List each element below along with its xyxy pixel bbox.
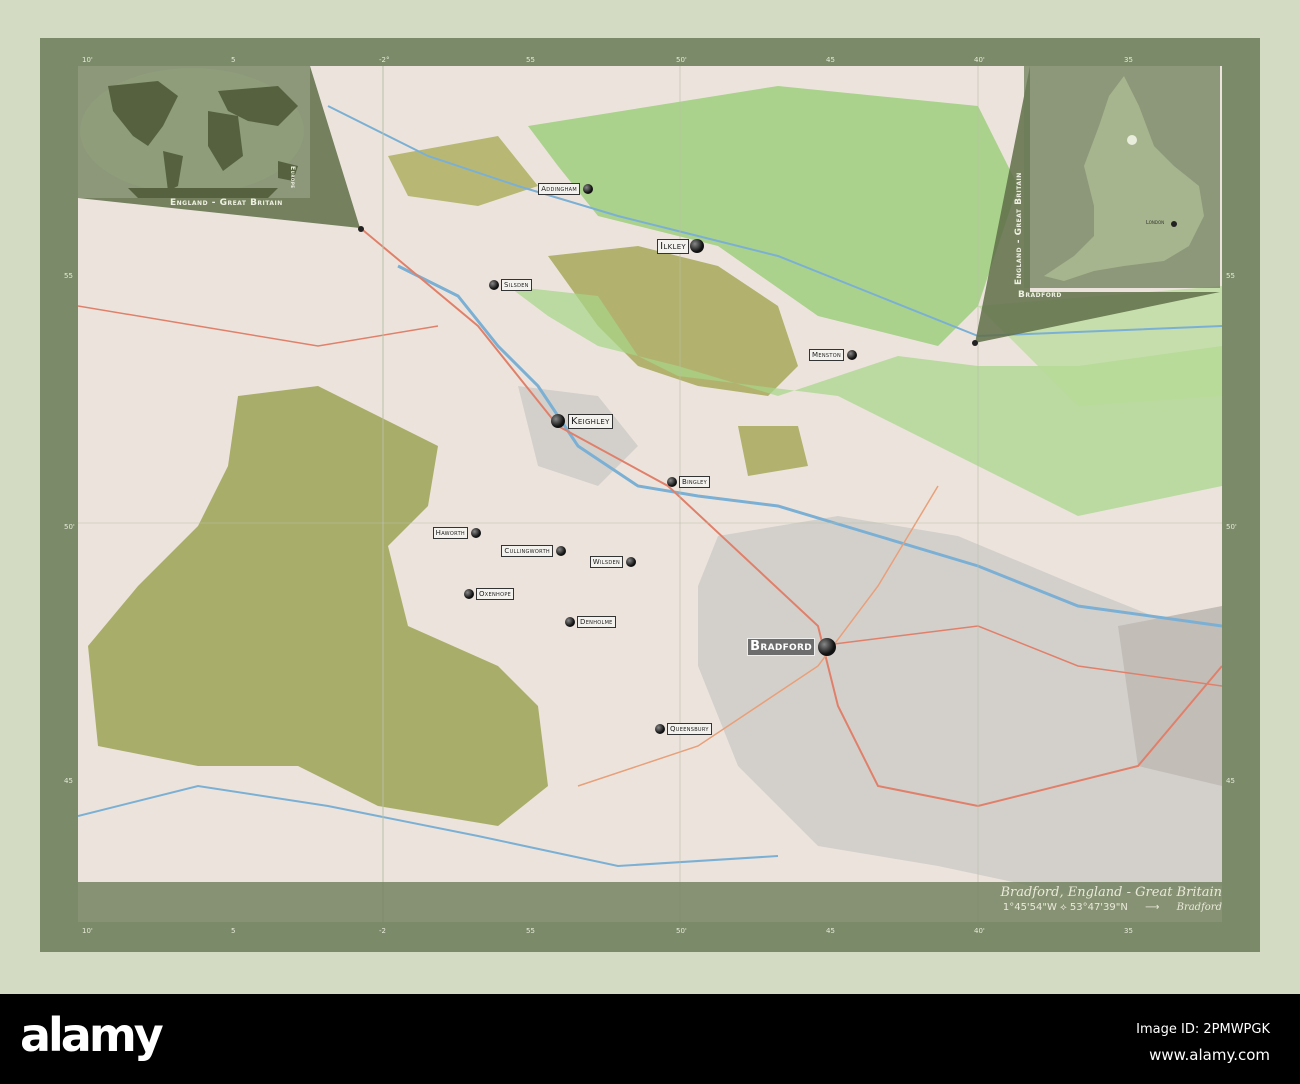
tick-label-top: 50' <box>676 56 687 64</box>
tick-label-right: 45 <box>1226 777 1235 785</box>
coordinates: 1°45'54"W ⟡ 53°47'39"N <box>1002 902 1128 913</box>
country-inset-sublabel: Bradford <box>1018 290 1062 300</box>
tick-label-left: 55 <box>64 272 73 280</box>
city-label: Keighley <box>568 414 613 429</box>
image-id: Image ID: 2PMWPGK <box>1136 1022 1270 1037</box>
city-label: Silsden <box>501 279 532 291</box>
city-label: Cullingworth <box>501 545 553 557</box>
alamy-logo: alamy <box>20 1008 164 1062</box>
city-label: Ilkley <box>657 239 689 254</box>
city-dot <box>655 724 665 734</box>
tick-label-right: 55 <box>1226 272 1235 280</box>
city-dot <box>583 184 593 194</box>
city-dot <box>847 350 857 360</box>
city-label: Bingley <box>679 476 710 488</box>
tick-label-bottom: 35 <box>1124 927 1133 935</box>
watermark-bar: alamy Image ID: 2PMWPGK www.alamy.com <box>0 994 1300 1084</box>
tick-label-top: -2° <box>379 56 390 64</box>
city-dot <box>818 638 836 656</box>
tick-label-bottom: 10' <box>82 927 93 935</box>
tick-label-right: 50' <box>1226 523 1237 531</box>
city-dot <box>626 557 636 567</box>
england-outline-icon <box>1044 76 1204 281</box>
map-title: Bradford, England - Great Britain <box>1000 885 1222 900</box>
world-inset-title: England - Great Britain <box>170 198 283 208</box>
city-label: Bradford <box>747 638 815 656</box>
tick-label-bottom: -2 <box>379 927 386 935</box>
tick-label-bottom: 55 <box>526 927 535 935</box>
tick-label-top: 35 <box>1124 56 1133 64</box>
alamy-url: www.alamy.com <box>1149 1046 1270 1064</box>
city-dot <box>464 589 474 599</box>
city-dot <box>690 239 704 253</box>
tick-label-left: 45 <box>64 777 73 785</box>
city-dot <box>551 414 565 428</box>
tick-label-bottom: 5 <box>231 927 236 935</box>
city-label: Menston <box>809 349 844 361</box>
city-label: Addingham <box>538 183 580 195</box>
city-dot <box>667 477 677 487</box>
capital-label: London <box>1146 220 1165 226</box>
tick-label-top: 5 <box>231 56 236 64</box>
caption-line: 1°45'54"W ⟡ 53°47'39"N ⟶ Bradford <box>1003 902 1222 913</box>
tick-label-bottom: 45 <box>826 927 835 935</box>
tick-label-left: 50' <box>64 523 75 531</box>
arrow-icon: ⟶ <box>1145 902 1160 913</box>
tick-label-top: 45 <box>826 56 835 64</box>
country-inset-title: England - Great Britain <box>1014 172 1024 285</box>
city-dot <box>565 617 575 627</box>
city-dot <box>471 528 481 538</box>
city-label: Oxenhope <box>476 588 515 600</box>
tick-label-top: 55 <box>526 56 535 64</box>
tick-label-top: 10' <box>82 56 93 64</box>
city-label: Denholme <box>577 616 616 628</box>
city-label: Haworth <box>432 527 468 539</box>
city-dot <box>489 280 499 290</box>
city-label: Queensbury <box>667 723 712 735</box>
tick-label-top: 40' <box>974 56 985 64</box>
tick-label-bottom: 40' <box>974 927 985 935</box>
country-inset: London <box>1024 66 1220 288</box>
city-label: Wilsden <box>589 556 623 568</box>
region-name: Bradford <box>1176 902 1222 913</box>
tick-label-bottom: 50' <box>676 927 687 935</box>
city-dot <box>556 546 566 556</box>
